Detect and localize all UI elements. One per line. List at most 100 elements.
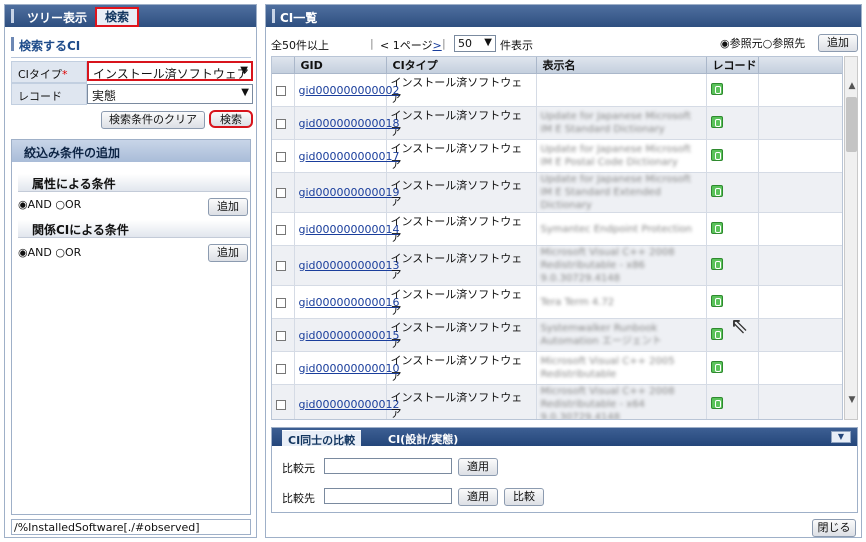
chevron-down-icon: ▼ xyxy=(240,65,248,76)
record-icon-cell[interactable] xyxy=(706,351,759,385)
table-row[interactable]: gid000000000002 インストール済ソフトウェア xyxy=(272,73,842,107)
record-icon[interactable] xyxy=(710,327,723,340)
table-row[interactable]: gid000000000019 インストール済ソフトウェア Update for J… xyxy=(272,172,842,213)
row-checkbox[interactable] xyxy=(272,212,295,246)
compare-tabs: CI同士の比較 CI(設計/実態) ▼ xyxy=(272,428,857,447)
record-icon[interactable] xyxy=(710,294,723,307)
table-row[interactable]: gid000000000015 インストール済ソフトウェア Systemwalker… xyxy=(272,318,842,352)
search-button[interactable]: 検索 xyxy=(209,110,253,128)
record-icon[interactable] xyxy=(710,82,723,95)
compare-src-label: 比較元 xyxy=(282,462,315,475)
header-accent xyxy=(11,9,14,23)
tab-search[interactable]: 検索 xyxy=(95,7,139,27)
ci-type-select[interactable]: インストール済ソフトウェア ▼ xyxy=(87,61,253,81)
compare-dst-input[interactable] xyxy=(324,488,452,504)
row-checkbox[interactable] xyxy=(272,73,295,107)
row-checkbox[interactable] xyxy=(272,351,295,385)
table-row[interactable]: gid000000000010 インストール済ソフトウェア Microsoft Vi… xyxy=(272,351,842,385)
radio-and-selected[interactable]: ◉ xyxy=(18,198,28,211)
tab-tree-view[interactable]: ツリー表示 xyxy=(27,9,87,26)
gid-link[interactable]: gid000000000018 xyxy=(294,106,400,140)
col-record[interactable]: レコード xyxy=(706,57,759,74)
per-page-select[interactable]: 50 ▼ xyxy=(454,35,496,52)
row-checkbox[interactable] xyxy=(272,318,295,352)
table-header-row: GID CIタイプ 表示名 レコード xyxy=(272,57,842,74)
or-label: OR xyxy=(64,246,82,259)
radio-ref-src-selected[interactable]: ◉ xyxy=(720,37,730,50)
ci-type-label: CIタイプ* xyxy=(11,61,87,83)
scroll-thumb[interactable] xyxy=(846,97,857,152)
gid-link[interactable]: gid000000000002 xyxy=(294,73,400,107)
filter-conditions-box: 絞込み条件の追加 属性による条件 ◉AND ○OR 追加 関係CIによる条件 ◉… xyxy=(11,139,251,515)
record-icon-cell[interactable] xyxy=(706,73,759,107)
table-row[interactable]: gid000000000017 インストール済ソフトウェア Update for J… xyxy=(272,139,842,173)
radio-or[interactable]: ○ xyxy=(55,198,65,211)
row-checkbox[interactable] xyxy=(272,172,295,213)
col-gid[interactable]: GID xyxy=(294,57,387,74)
tab-ci-compare[interactable]: CI同士の比較 xyxy=(282,430,362,447)
gid-link[interactable]: gid000000000013 xyxy=(294,245,400,286)
table-row[interactable]: gid000000000013 インストール済ソフトウェア Microsoft Vi… xyxy=(272,245,842,286)
record-icon[interactable] xyxy=(710,360,723,373)
record-icon-cell[interactable] xyxy=(706,106,759,140)
col-display-name[interactable]: 表示名 xyxy=(536,57,707,74)
record-icon-cell[interactable] xyxy=(706,245,759,286)
next-page-link[interactable]: > xyxy=(433,39,442,52)
table-row[interactable]: gid000000000012 インストール済ソフトウェア Microsoft Vi… xyxy=(272,384,842,419)
record-icon-cell[interactable] xyxy=(706,172,759,213)
row-checkbox[interactable] xyxy=(272,106,295,140)
scroll-up-icon[interactable]: ▲ xyxy=(846,81,858,93)
row-checkbox[interactable] xyxy=(272,139,295,173)
record-icon[interactable] xyxy=(710,258,723,270)
header-accent xyxy=(272,9,275,23)
gid-link[interactable]: gid000000000019 xyxy=(294,172,400,213)
row-checkbox[interactable] xyxy=(272,245,295,286)
radio-or[interactable]: ○ xyxy=(55,246,65,259)
table-scrollbar[interactable]: ▲ ▼ xyxy=(844,56,858,420)
gid-link[interactable]: gid000000000014 xyxy=(294,212,400,246)
record-icon-cell[interactable] xyxy=(706,212,759,246)
record-icon-cell[interactable] xyxy=(706,384,759,419)
record-select[interactable]: 実態 ▼ xyxy=(87,84,253,104)
tab-ci-design-observed[interactable]: CI(設計/実態) xyxy=(382,430,464,446)
add-attribute-condition-button[interactable]: 追加 xyxy=(208,198,248,216)
gid-link[interactable]: gid000000000012 xyxy=(294,384,400,419)
compare-button[interactable]: 比較 xyxy=(504,488,544,506)
record-icon-cell[interactable] xyxy=(706,139,759,173)
table-row[interactable]: gid000000000018 インストール済ソフトウェア Update for J… xyxy=(272,106,842,140)
scroll-down-icon[interactable]: ▼ xyxy=(846,395,858,407)
clear-conditions-button[interactable]: 検索条件のクリア xyxy=(101,111,205,129)
section-accent xyxy=(11,37,14,51)
ci-type-cell: インストール済ソフトウェア xyxy=(386,285,537,319)
apply-dst-button[interactable]: 適用 xyxy=(458,488,498,506)
apply-src-button[interactable]: 適用 xyxy=(458,458,498,476)
record-icon[interactable] xyxy=(710,115,723,128)
per-page-suffix: 件表示 xyxy=(500,39,533,52)
ci-type-cell: インストール済ソフトウェア xyxy=(386,73,537,107)
gid-link[interactable]: gid000000000015 xyxy=(294,318,400,352)
gid-link[interactable]: gid000000000010 xyxy=(294,351,400,385)
record-icon[interactable] xyxy=(710,185,723,197)
table-row[interactable]: gid000000000014 インストール済ソフトウェア Symantec End… xyxy=(272,212,842,246)
gid-link[interactable]: gid000000000017 xyxy=(294,139,400,173)
col-ci-type[interactable]: CIタイプ xyxy=(386,57,537,74)
record-icon[interactable] xyxy=(710,397,723,409)
compare-src-input[interactable] xyxy=(324,458,452,474)
close-button[interactable]: 閉じる xyxy=(812,519,856,537)
display-name-cell: Update for Japanese Microsoft IM E Posta… xyxy=(536,139,707,173)
row-checkbox[interactable] xyxy=(272,285,295,319)
gid-link[interactable]: gid000000000016 xyxy=(294,285,400,319)
add-related-condition-button[interactable]: 追加 xyxy=(208,244,248,262)
chevron-down-icon: ▼ xyxy=(241,87,249,98)
right-panel-header: CI一覧 xyxy=(266,5,861,27)
radio-and-selected[interactable]: ◉ xyxy=(18,246,28,259)
add-ci-button[interactable]: 追加 xyxy=(818,34,858,52)
collapse-icon[interactable]: ▼ xyxy=(831,431,851,443)
record-icon[interactable] xyxy=(710,221,723,234)
table-row[interactable]: gid000000000016 インストール済ソフトウェア Tera Term 4.… xyxy=(272,285,842,319)
record-icon[interactable] xyxy=(710,148,723,161)
radio-ref-dst[interactable]: ○ xyxy=(763,37,773,50)
separator: | xyxy=(442,37,446,50)
row-checkbox[interactable] xyxy=(272,384,295,419)
display-name-cell: Microsoft Visual C++ 2008 Redistributabl… xyxy=(536,384,707,419)
